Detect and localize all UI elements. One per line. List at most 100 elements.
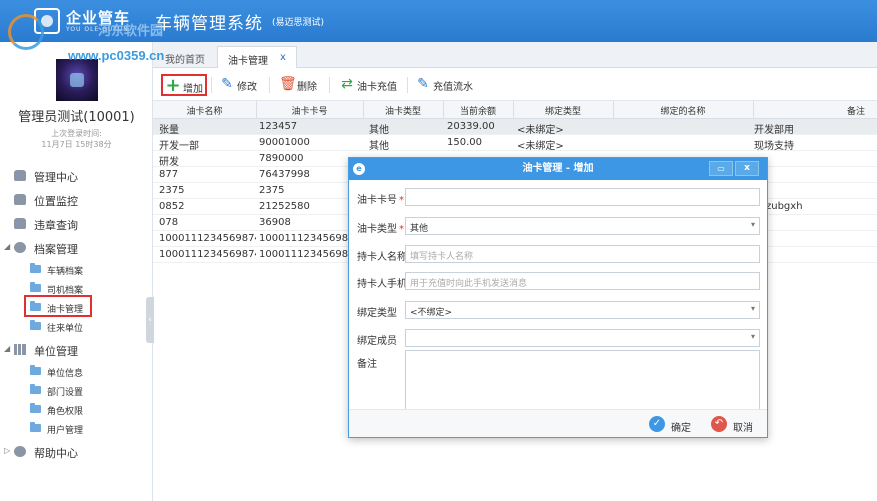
column-header[interactable]: 油卡卡号 (256, 104, 363, 117)
sidebar-item-role-permissions[interactable]: 角色权限 (0, 400, 153, 418)
table-cell: 开发部用 (754, 125, 794, 136)
dialog-title: 油卡管理 - 增加 (522, 163, 594, 174)
table-cell: 1000111234569874 (159, 249, 256, 260)
card-number-label: 油卡卡号 * (357, 191, 404, 206)
folder-icon (30, 422, 41, 432)
column-header[interactable]: 绑定的名称 (613, 104, 753, 117)
sidebar-item-label: 单位信息 (47, 369, 84, 379)
sidebar-item-violation-query[interactable]: 违章查询 (0, 214, 153, 234)
folder-icon (30, 384, 41, 394)
column-header[interactable]: 绑定类型 (513, 104, 613, 117)
recharge-button[interactable]: ⇄ 油卡充值 (337, 74, 403, 96)
recharge-flow-button-label: 充值流水 (433, 82, 473, 93)
delete-button[interactable]: 🗑 删除 (277, 74, 321, 96)
table-cell: 张量 (159, 125, 179, 136)
card-type-select[interactable]: 其他 ▾ (405, 217, 760, 235)
app-subtitle: (易迈思测试) (272, 18, 325, 28)
sidebar-item-label: 单位管理 (34, 345, 78, 358)
remark-label: 备注 (357, 359, 377, 370)
close-button[interactable]: x (735, 161, 759, 176)
undo-icon: ↶ (711, 416, 727, 432)
table-cell: 开发一部 (159, 141, 199, 152)
archive-icon (14, 242, 26, 253)
table-cell: 2375 (259, 185, 285, 196)
edit-button[interactable]: ✎ 修改 (217, 74, 261, 96)
table-cell: 1000111234569874 (259, 233, 361, 244)
folder-icon (30, 365, 41, 375)
confirm-label: 确定 (671, 423, 691, 434)
column-header[interactable]: 当前余额 (443, 104, 513, 117)
remark-textarea[interactable] (405, 350, 760, 412)
table-row[interactable]: 张量 123457 其他 20339.00 <未绑定> 开发部用 (153, 119, 877, 136)
sidebar-item-management-center[interactable]: 管理中心 (0, 166, 153, 186)
tab-label: 油卡管理 (228, 56, 268, 67)
watermark-logo-icon (8, 14, 44, 50)
plus-icon: + (165, 75, 181, 96)
bind-type-label: 绑定类型 (357, 308, 397, 319)
confirm-button[interactable]: ✓ 确定 (649, 416, 699, 434)
sidebar-item-archive-management[interactable]: ◢ 档案管理 (0, 238, 153, 258)
sidebar-item-label: 档案管理 (34, 243, 78, 256)
table-cell: 其他 (369, 125, 389, 136)
bind-type-value: <不绑定> (410, 308, 453, 318)
table-row[interactable]: 开发一部 90001000 其他 150.00 <未绑定> 现场支持 (153, 135, 877, 152)
field-label-text: 油卡类型 (357, 224, 397, 235)
expand-caret-icon: ◢ (4, 242, 11, 251)
sidebar-item-unit-management[interactable]: ◢ 单位管理 (0, 340, 153, 360)
cancel-button[interactable]: ↶ 取消 (711, 416, 761, 434)
chevron-down-icon: ▾ (750, 332, 755, 341)
folder-icon (30, 263, 41, 273)
watermark-text-cn: 河东软件园 (98, 24, 164, 39)
delete-button-label: 删除 (297, 82, 317, 93)
required-mark: * (399, 195, 404, 206)
bind-type-select[interactable]: <不绑定> ▾ (405, 301, 760, 319)
minimize-button[interactable]: ▭ (709, 161, 733, 176)
sidebar-item-vehicle-archive[interactable]: 车辆档案 (0, 260, 153, 278)
tab-close-icon[interactable]: x (280, 52, 286, 63)
sidebar-item-location-monitor[interactable]: 位置监控 (0, 190, 153, 210)
toolbar-divider (407, 77, 408, 93)
sidebar-item-user-management[interactable]: 用户管理 (0, 419, 153, 437)
tab-fuel-card[interactable]: 油卡管理 x (217, 46, 297, 68)
sidebar: 管理员测试(10001) 上次登录时间: 11月7日 15时38分 管理中心 位… (0, 42, 154, 501)
card-number-field[interactable] (405, 188, 760, 206)
table-cell: 现场支持 (754, 141, 794, 152)
sidebar-item-partner-units[interactable]: 往来单位 (0, 317, 153, 335)
add-button[interactable]: + 增加 (161, 74, 207, 96)
gear-icon (14, 446, 26, 457)
table-cell: 36908 (259, 217, 291, 228)
column-header[interactable]: 油卡名称 (153, 104, 256, 117)
watermark-url: www.pc0359.cn (68, 48, 165, 63)
sidebar-collapse-handle[interactable]: ‹ (146, 297, 154, 343)
sidebar-item-help-center[interactable]: ▷ 帮助中心 (0, 442, 153, 462)
card-type-label: 油卡类型 * (357, 220, 404, 235)
column-header[interactable]: 备注 (753, 104, 877, 117)
holder-phone-label: 持卡人手机 (357, 279, 407, 290)
recharge-flow-button[interactable]: ✎ 充值流水 (413, 74, 479, 96)
holder-name-label: 持卡人名称 (357, 252, 407, 263)
add-button-label: 增加 (183, 84, 203, 95)
card-type-value: 其他 (410, 224, 429, 234)
bind-member-select[interactable]: ▾ (405, 329, 760, 347)
column-header[interactable]: 油卡类型 (363, 104, 443, 117)
cancel-label: 取消 (733, 423, 753, 434)
holder-name-field[interactable]: 填写持卡人名称 (405, 245, 760, 263)
dialog-titlebar[interactable]: e 油卡管理 - 增加 ▭ x (349, 158, 767, 180)
trash-icon: 🗑 (279, 76, 297, 92)
active-item-highlight (24, 295, 92, 317)
holder-phone-field[interactable]: 用于充值时向此手机发送消息 (405, 272, 760, 290)
table-cell: 2375 (159, 185, 185, 196)
table-cell: 其他 (369, 141, 389, 152)
table-cell: 150.00 (447, 137, 482, 148)
expand-caret-icon: ◢ (4, 344, 11, 353)
app-title: 车辆管理系统 (155, 14, 263, 34)
sidebar-item-department-settings[interactable]: 部门设置 (0, 381, 153, 399)
avatar[interactable] (56, 59, 98, 101)
bar-chart-icon (14, 344, 26, 355)
recharge-icon: ⇄ (341, 76, 353, 92)
dialog-footer: ✓ 确定 ↶ 取消 (349, 409, 767, 437)
sidebar-item-label: 用户管理 (47, 426, 84, 436)
table-cell: 90001000 (259, 137, 310, 148)
last-login-time: 11月7日 15时38分 (41, 140, 112, 149)
sidebar-item-unit-info[interactable]: 单位信息 (0, 362, 153, 380)
